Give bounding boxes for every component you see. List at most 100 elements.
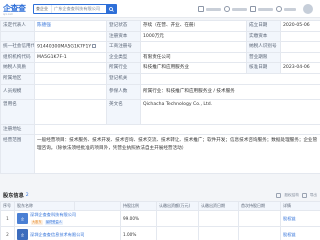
copy-icon[interactable] bbox=[92, 43, 97, 48]
structure-icon bbox=[276, 192, 282, 198]
col-detail: 详情 bbox=[280, 201, 320, 211]
shareholding-ratio: 99.00% bbox=[120, 210, 157, 227]
legal-rep-link[interactable]: 陈德强 bbox=[37, 23, 51, 28]
label-taxpayer-qual: 纳税人资质 bbox=[0, 62, 35, 74]
search-button[interactable] bbox=[106, 5, 116, 13]
table-row: 组织机构代码 MA5G1K7F-1 企业类型 有限责任公司 营业期限 bbox=[0, 51, 320, 64]
nav-item-label bbox=[232, 7, 247, 11]
value-term bbox=[280, 51, 320, 64]
label-org-code: 组织机构代码 bbox=[0, 51, 35, 64]
value-taxpayer-qual bbox=[34, 62, 107, 74]
value-org-code: MA5G1K7F-1 bbox=[34, 51, 107, 64]
col-date: 认缴出资日期 bbox=[198, 201, 239, 211]
subscribed-date bbox=[198, 226, 239, 240]
export-icon bbox=[301, 192, 307, 198]
label-region: 所属地区 bbox=[0, 72, 35, 85]
company-logo: 企 bbox=[17, 229, 28, 240]
value-english-name: Qichacha Technology Co., Ltd. bbox=[140, 98, 320, 125]
col-name: 股东名称 bbox=[14, 201, 75, 211]
nav-item-3[interactable] bbox=[250, 5, 273, 13]
value-company-type: 有限责任公司 bbox=[140, 51, 247, 64]
search-type-select[interactable]: 查企业 bbox=[34, 5, 52, 13]
nav-item-label bbox=[284, 7, 296, 11]
subscribed-amount bbox=[156, 226, 199, 240]
label-taxpayer-id: 纳税人识别号 bbox=[246, 41, 281, 53]
value-staff-size bbox=[34, 83, 107, 100]
table-row: 注册资本 1000万元 实缴资本 bbox=[0, 30, 320, 43]
shareholding-ratio: 1.00% bbox=[120, 226, 157, 240]
label-credit-code: 统一社会信用代码 bbox=[0, 41, 35, 53]
value-reg-capital: 1000万元 bbox=[140, 30, 247, 43]
table-header-row: 序号 股东名称 持股比例 认缴出资额(万元) 认缴出资日期 首次持股日期 详情 bbox=[0, 201, 320, 211]
nav-item-apps[interactable] bbox=[198, 5, 221, 13]
col-extra bbox=[74, 201, 121, 211]
shareholder-name-link[interactable]: 深圳企查查信息技术有限公司 bbox=[30, 232, 84, 238]
search-box[interactable]: 查企业 广东企查查科技有限公司 bbox=[33, 4, 117, 14]
col-ratio: 持股比例 bbox=[120, 201, 157, 211]
value-reg-number bbox=[140, 41, 247, 53]
value-credit-code: 91440300MA5G1K7F1Y bbox=[34, 41, 107, 53]
row-index: 1 bbox=[0, 210, 15, 227]
avatar[interactable] bbox=[303, 4, 313, 14]
value-legal-rep: 陈德强 bbox=[34, 20, 107, 32]
value-status: 存续（在营、开业、在册） bbox=[140, 20, 247, 32]
value-industry: 科技推广和应用服务业 bbox=[140, 62, 247, 74]
label-industry: 所属行业 bbox=[106, 62, 141, 74]
label-reg-number: 工商注册号 bbox=[106, 41, 141, 53]
equity-chain-link[interactable]: 股权链 bbox=[280, 226, 320, 240]
equity-chain-link[interactable]: 股权链 bbox=[280, 210, 320, 227]
nav-item-2[interactable] bbox=[224, 5, 247, 13]
label-term: 营业期限 bbox=[246, 51, 281, 64]
label-paid-capital: 实缴资本 bbox=[246, 30, 281, 43]
table-row: 纳税人资质 所属行业 科技推广和应用服务业 核准日期 2023-04-06 bbox=[0, 62, 320, 74]
top-bar: 企查查 qcc.com 查企业 广东企查查科技有限公司 bbox=[0, 0, 320, 18]
table-row: 1 企 深圳企查查科技有限公司 大股东 最终受益人 99.00% 股权链 bbox=[0, 210, 320, 227]
label-english-name: 英文名 bbox=[106, 98, 141, 125]
table-row: 曾用名 英文名 Qichacha Technology Co., Ltd. bbox=[0, 98, 320, 125]
label-insured: 参保人数 bbox=[106, 83, 141, 100]
label-address: 注册地址 bbox=[0, 123, 35, 136]
major-shareholder-badge: 大股东 bbox=[31, 219, 43, 225]
search-input[interactable]: 广东企查查科技有限公司 bbox=[52, 5, 106, 13]
beneficiary-badge: 最终受益人 bbox=[44, 219, 63, 225]
label-company-type: 企业类型 bbox=[106, 51, 141, 64]
apps-icon bbox=[198, 6, 204, 12]
value-authority bbox=[140, 72, 320, 85]
label-founded: 成立日期 bbox=[246, 20, 281, 32]
search-icon bbox=[108, 6, 114, 12]
table-row: 所属地区 登记机关 bbox=[0, 72, 320, 85]
shareholders-count: 2 bbox=[25, 192, 29, 198]
shareholders-title: 股东信息 bbox=[3, 192, 24, 199]
shareholder-cell: 企 深圳企查查信息技术有限公司 bbox=[14, 226, 121, 240]
nav-item-label bbox=[258, 7, 273, 11]
label-staff-size: 人员规模 bbox=[0, 83, 35, 100]
value-former-name bbox=[34, 98, 107, 125]
shareholders-header: 股东信息 2 股权结构 导出 bbox=[0, 189, 320, 201]
shareholders-table: 序号 股东名称 持股比例 认缴出资额(万元) 认缴出资日期 首次持股日期 详情 … bbox=[0, 201, 320, 240]
table-row: 注册地址 bbox=[0, 123, 320, 136]
shareholder-name-link[interactable]: 深圳企查查科技有限公司 bbox=[30, 212, 76, 217]
first-holding-date bbox=[238, 226, 281, 240]
label-legal-rep: 法定代表人 bbox=[0, 20, 35, 32]
export-button[interactable]: 导出 bbox=[310, 193, 317, 198]
value-business-scope: 一般经营项目：技术服务、技术开发、技术咨询、技术交流、技术转让、技术推广；软件开… bbox=[34, 134, 320, 175]
row-label bbox=[0, 30, 35, 43]
nav-item-4[interactable] bbox=[276, 5, 296, 13]
table-row: 2 企 深圳企查查信息技术有限公司 1.00% 股权链 bbox=[0, 226, 320, 240]
value-taxpayer-id bbox=[280, 41, 320, 53]
label-business-scope: 经营范围 bbox=[0, 134, 35, 175]
credit-code-text: 91440300MA5G1K7F1Y bbox=[37, 44, 92, 50]
value-founded: 2020-05-06 bbox=[280, 20, 320, 32]
value-insured: 所属行业：科技推广和应用服务业 / 技术服务 bbox=[140, 83, 320, 100]
col-index: 序号 bbox=[0, 201, 15, 211]
row-value bbox=[34, 30, 107, 43]
equity-structure-link[interactable]: 股权结构 bbox=[284, 193, 298, 198]
value-address bbox=[34, 123, 320, 136]
bell-icon bbox=[276, 6, 282, 12]
label-reg-capital: 注册资本 bbox=[106, 30, 141, 43]
shareholder-cell: 企 深圳企查查科技有限公司 大股东 最终受益人 bbox=[14, 210, 121, 227]
value-approved-date: 2023-04-06 bbox=[280, 62, 320, 74]
business-info-table: 法定代表人 陈德强 登记状态 存续（在营、开业、在册） 成立日期 2020-05… bbox=[0, 20, 320, 175]
industry-detail: 所属行业：科技推广和应用服务业 / 技术服务 bbox=[143, 88, 235, 94]
download-icon bbox=[250, 6, 256, 12]
